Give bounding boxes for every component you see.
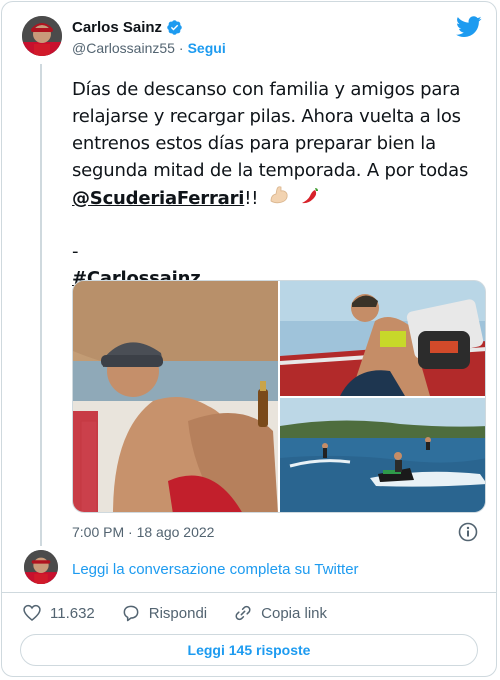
thread-line	[40, 64, 42, 546]
read-conversation-link[interactable]: Leggi la conversazione completa su Twitt…	[72, 561, 359, 578]
reply-button[interactable]: Rispondi	[121, 603, 207, 623]
like-button[interactable]: 11.632	[22, 603, 95, 623]
media-grid[interactable]	[72, 280, 486, 513]
tweet-text: Días de descanso con familia y amigos pa…	[72, 76, 482, 292]
divider	[2, 592, 496, 593]
flexed-biceps-emoji	[268, 184, 290, 214]
man-on-boat-deck-photo[interactable]	[280, 281, 485, 396]
tweet-text-line: @ScuderiaFerrari!!	[72, 184, 482, 214]
likes-count: 11.632	[50, 604, 95, 622]
tweet-card: Carlos Sainz @Carlossainz55 · Segui Días…	[1, 1, 497, 677]
tweet-text-line: relajarse y recargar pilas. Ahora vuelta…	[72, 106, 461, 127]
speech-bubble-icon	[123, 605, 139, 622]
heart-icon	[23, 604, 41, 622]
user-name[interactable]: Carlos Sainz	[72, 19, 162, 36]
hot-pepper-emoji	[299, 184, 321, 214]
link-icon	[235, 605, 251, 621]
verified-badge-icon	[166, 19, 183, 36]
exclamation-text: !!	[244, 188, 259, 209]
jet-ski-photo[interactable]	[280, 398, 485, 512]
read-replies-button[interactable]: Leggi 145 risposte	[20, 634, 478, 666]
copy-link-label: Copia link	[261, 604, 328, 622]
info-icon[interactable]	[458, 522, 478, 542]
user-name-row: Carlos Sainz	[72, 19, 183, 36]
man-on-boat-photo[interactable]	[73, 281, 278, 512]
handle-row: @Carlossainz55 · Segui	[72, 40, 226, 56]
action-bar: 11.632 Rispondi Copia link	[22, 603, 353, 623]
avatar[interactable]	[22, 16, 62, 56]
tweet-text-line: segunda mitad de la temporada. A por tod…	[72, 160, 469, 181]
twitter-bird-icon[interactable]	[456, 16, 482, 38]
copy-link-button[interactable]: Copia link	[233, 603, 327, 623]
follow-link[interactable]: Segui	[188, 40, 226, 56]
dash-text: -	[72, 241, 79, 262]
reader-avatar[interactable]	[24, 550, 58, 584]
reply-label: Rispondi	[148, 604, 208, 622]
timestamp[interactable]: 7:00 PM · 18 ago 2022	[72, 524, 214, 540]
mention-link[interactable]: @ScuderiaFerrari	[72, 188, 244, 209]
avatar-image	[22, 16, 62, 56]
tweet-text-line: Días de descanso con familia y amigos pa…	[72, 79, 461, 100]
tweet-text-line: entrenos estos días para preparar bien l…	[72, 133, 436, 154]
separator-dot: ·	[178, 40, 184, 56]
user-handle[interactable]: @Carlossainz55	[72, 40, 175, 56]
